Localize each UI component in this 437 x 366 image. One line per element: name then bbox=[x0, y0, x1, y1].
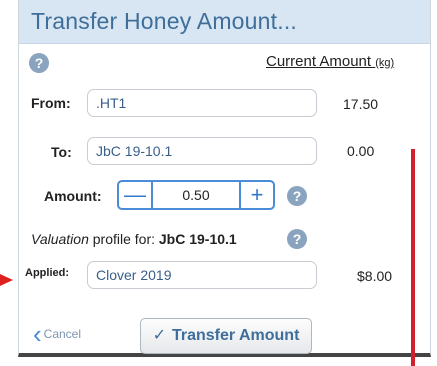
valuation-help-glyph: ? bbox=[292, 231, 302, 247]
applied-price: $8.00 bbox=[357, 268, 393, 284]
transfer-amount-button[interactable]: ✓ Transfer Amount bbox=[140, 318, 312, 354]
annotation-line bbox=[411, 149, 415, 366]
valuation-hive: JbC 19-10.1 bbox=[158, 231, 237, 247]
title-bar: Transfer Honey Amount... bbox=[19, 0, 430, 44]
increment-button[interactable]: + bbox=[239, 182, 273, 208]
help-icon[interactable]: ? bbox=[29, 53, 49, 73]
transfer-dialog: Transfer Honey Amount... ? Current Amoun… bbox=[18, 0, 431, 357]
check-icon: ✓ bbox=[152, 327, 166, 344]
decrement-button[interactable]: — bbox=[119, 182, 153, 208]
to-current-amount: 0.00 bbox=[347, 143, 375, 159]
amount-help-glyph: ? bbox=[292, 188, 302, 204]
to-field[interactable]: JbC 19-10.1 bbox=[87, 137, 317, 165]
dialog-title: Transfer Honey Amount... bbox=[31, 8, 298, 34]
cancel-label: Cancel bbox=[43, 327, 82, 341]
valuation-help-icon[interactable]: ? bbox=[287, 229, 307, 249]
help-icon-glyph: ? bbox=[34, 55, 44, 71]
current-amount-unit: (kg) bbox=[375, 57, 395, 69]
applied-label: Applied: bbox=[25, 267, 69, 279]
from-current-amount: 17.50 bbox=[343, 96, 379, 112]
valuation-profile-text: Valuation profile for: JbC 19-10.1 bbox=[31, 231, 237, 247]
valuation-prefix: Valuation bbox=[31, 231, 89, 247]
current-amount-header: Current Amount (kg) bbox=[266, 53, 394, 70]
to-label: To: bbox=[51, 144, 72, 160]
amount-value[interactable]: 0.50 bbox=[153, 182, 239, 208]
amount-stepper[interactable]: — 0.50 + bbox=[117, 180, 275, 210]
current-amount-label: Current Amount bbox=[266, 53, 376, 70]
amount-help-icon[interactable]: ? bbox=[287, 186, 307, 206]
transfer-amount-label: Transfer Amount bbox=[171, 327, 300, 344]
applied-profile-field[interactable]: Clover 2019 bbox=[87, 261, 317, 289]
cancel-button[interactable]: ‹ Cancel bbox=[33, 319, 82, 350]
amount-label: Amount: bbox=[44, 188, 102, 204]
chevron-left-icon: ‹ bbox=[33, 319, 42, 349]
annotation-arrow bbox=[0, 274, 13, 286]
from-label: From: bbox=[31, 95, 71, 111]
valuation-text: profile for: bbox=[88, 231, 159, 247]
from-field[interactable]: .HT1 bbox=[87, 89, 317, 117]
